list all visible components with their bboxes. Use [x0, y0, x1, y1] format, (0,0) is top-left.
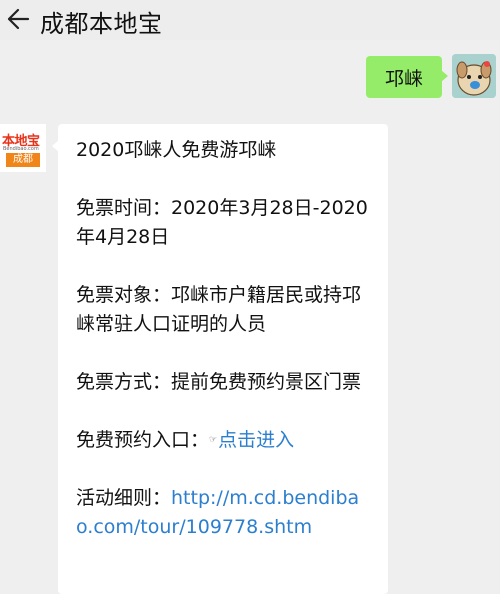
link-icon: ☞: [209, 435, 218, 445]
bot-message-bubble: 2020邛崃人免费游邛崃 免票时间：2020年3月28日-2020年4月28日 …: [52, 124, 388, 594]
avatar-logo-url: Bendibao.com: [3, 146, 39, 152]
chat-header: 成都本地宝: [0, 0, 500, 40]
user-avatar[interactable]: [452, 54, 496, 98]
booking-link[interactable]: 点击进入: [218, 429, 294, 451]
free-time-text: 免票时间：2020年3月28日-2020年4月28日: [76, 197, 368, 248]
user-message-bubble[interactable]: 邛崃: [366, 56, 448, 98]
free-target-text: 免票对象：邛崃市户籍居民或持邛崃常驻人口证明的人员: [76, 284, 362, 335]
message-title: 2020邛崃人免费游邛崃: [76, 139, 277, 161]
back-arrow-icon[interactable]: [4, 6, 30, 32]
avatar-logo-city: 成都: [6, 153, 40, 167]
bendibao-avatar[interactable]: 本地宝 Bendibao.com 成都: [0, 124, 46, 172]
detail-label: 活动细则：: [76, 487, 172, 509]
dog-avatar-icon: [452, 54, 496, 98]
free-method-text: 免票方式：提前免费预约景区门票: [76, 371, 362, 393]
detail-entry: 活动细则：http://m.cd.bendibao.com/tour/10977…: [76, 484, 376, 542]
booking-entry: 免费预约入口：☞点击进入: [76, 426, 376, 455]
booking-label: 免费预约入口：: [76, 429, 210, 451]
chat-title: 成都本地宝: [40, 10, 163, 38]
